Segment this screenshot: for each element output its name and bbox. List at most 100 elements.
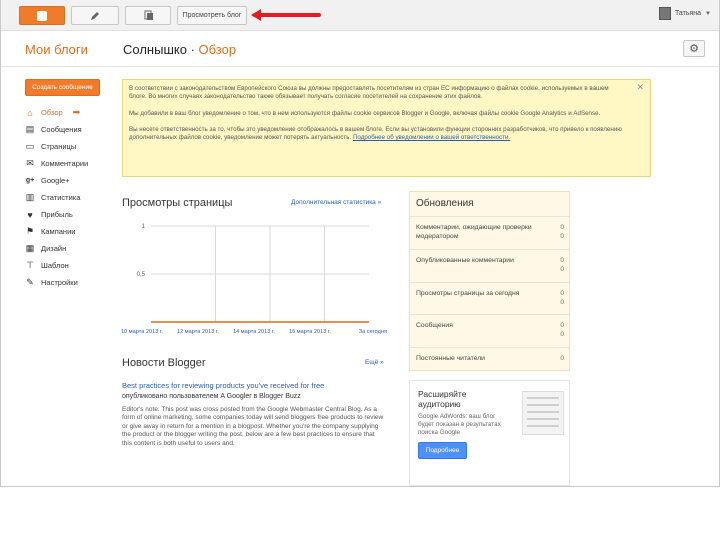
campaigns-icon: ⚑ xyxy=(25,226,35,236)
notice-link[interactable]: Подробнее об уведомлении о вашей ответст… xyxy=(353,134,510,141)
notice-paragraph: В соответствии с законодательством Европ… xyxy=(129,85,609,101)
sidebar-item-label: Статистика xyxy=(41,193,81,202)
avatar xyxy=(658,7,671,20)
home-icon: ⌂ xyxy=(27,107,33,118)
sidebar-item-label: Шаблон xyxy=(41,261,69,270)
stats-icon: ▥ xyxy=(25,192,35,202)
settings-icon: ✎ xyxy=(26,277,34,287)
arrow-right-icon: ➡ xyxy=(72,107,81,117)
updates-row[interactable]: Сообщения 00 xyxy=(410,314,569,347)
view-blog-button[interactable]: Просмотреть блог xyxy=(177,6,247,25)
new-post-toolbar-button[interactable] xyxy=(71,6,119,25)
sidebar-item-label: Прибыль xyxy=(41,210,73,219)
new-post-button[interactable]: Создать сообщение xyxy=(25,79,100,96)
sidebar-item-label: Кампании xyxy=(41,227,76,236)
posts-list-button[interactable] xyxy=(125,6,171,25)
sidebar-item-layout[interactable]: ▦ Дизайн xyxy=(25,240,115,257)
chevron-down-icon: ▼ xyxy=(705,10,711,17)
sidebar-item-label: Комментарии xyxy=(41,159,89,168)
sidebar-item-label: Обзор xyxy=(41,108,63,117)
sidebar-item-stats[interactable]: ▥ Статистика xyxy=(25,189,115,206)
section-name: Обзор xyxy=(198,42,237,57)
updates-row[interactable]: Комментарии, ожидающие проверки модерато… xyxy=(410,216,569,249)
comments-icon: ✉ xyxy=(26,158,34,168)
blog-name: Солнышко xyxy=(123,42,187,57)
updates-row-count: 00 xyxy=(560,224,564,240)
sidebar-item-label: Сообщения xyxy=(41,125,82,134)
news-body: Editor's note: This post was cross poste… xyxy=(122,406,384,447)
x-tick-label: 16 марта 2013 г. xyxy=(289,329,331,335)
my-blogs-link[interactable]: Мои блоги xyxy=(25,42,88,57)
y-tick-label: 0,5 xyxy=(137,272,146,278)
settings-menu-button[interactable]: ⚙ xyxy=(683,40,705,57)
sidebar-item-pages[interactable]: ▭ Страницы xyxy=(25,138,115,155)
promo-title: Расширяйте аудиторию xyxy=(418,389,467,409)
sidebar-nav: ⌂ Обзор ➡ ▤ Сообщения ▭ Страницы ✉ Комме… xyxy=(25,104,115,291)
sidebar-item-overview[interactable]: ⌂ Обзор ➡ xyxy=(25,104,115,121)
account-menu[interactable]: Татьяна ▼ xyxy=(658,7,711,20)
sidebar-item-earnings[interactable]: ♥ Прибыль xyxy=(25,206,115,223)
template-icon: ⊤ xyxy=(26,260,34,270)
top-toolbar: Просмотреть блог Татьяна ▼ xyxy=(1,0,719,31)
sidebar-item-label: Дизайн xyxy=(41,244,67,253)
notice-paragraph: Мы добавили в ваш блог уведомление о том… xyxy=(129,109,601,117)
blogger-icon xyxy=(37,10,47,21)
pencil-icon xyxy=(91,11,99,20)
gear-icon: ⚙ xyxy=(689,43,699,55)
updates-row[interactable]: Опубликованные комментарии 00 xyxy=(410,248,569,282)
close-icon[interactable]: ✕ xyxy=(636,82,644,91)
adwords-promo: Расширяйте аудиторию Google AdWords: ваш… xyxy=(409,380,570,486)
sidebar-item-campaigns[interactable]: ⚑ Кампании xyxy=(25,223,115,240)
sidebar-item-comments[interactable]: ✉ Комментарии xyxy=(25,155,115,172)
updates-row-label: Опубликованные комментарии xyxy=(416,256,514,264)
home-button[interactable] xyxy=(19,6,65,25)
updates-row[interactable]: Постоянные читатели 0 xyxy=(410,347,569,380)
sidebar-item-label: Настройки xyxy=(41,278,78,287)
updates-row-label: Постоянные читатели xyxy=(416,355,485,363)
updates-row-count: 00 xyxy=(560,322,564,339)
updates-panel: Обновления Комментарии, ожидающие провер… xyxy=(409,191,570,371)
news-heading: Новости Blogger xyxy=(122,357,206,369)
learn-more-button[interactable]: Подробнее xyxy=(418,442,467,459)
sidebar-item-posts[interactable]: ▤ Сообщения xyxy=(25,121,115,138)
x-tick-label: 12 марта 2013 г. xyxy=(177,329,219,335)
x-tick-label: 10 марта 2013 г. xyxy=(121,329,163,335)
updates-row-count: 00 xyxy=(560,289,564,306)
notice-paragraph: Вы несете ответственность за то, чтобы э… xyxy=(129,126,628,143)
posts-icon: ▤ xyxy=(25,124,35,134)
updates-row-count: 00 xyxy=(560,256,564,273)
page-title: Солнышко · Обзор xyxy=(123,42,236,57)
x-tick-label: 14 марта 2013 г. xyxy=(233,329,275,335)
updates-row[interactable]: Просмотры страницы за сегодня 00 xyxy=(410,281,569,315)
updates-row-count: 0 xyxy=(560,355,564,363)
sidebar-item-settings[interactable]: ✎ Настройки xyxy=(25,274,115,291)
updates-heading: Обновления xyxy=(416,198,474,209)
updates-row-label: Комментарии, ожидающие проверки модерато… xyxy=(416,224,532,240)
updates-row-label: Сообщения xyxy=(416,322,453,330)
more-stats-link[interactable]: Дополнительная статистика » xyxy=(291,199,381,206)
documents-icon xyxy=(144,10,153,20)
sidebar-item-label: Google+ xyxy=(41,176,70,185)
y-tick-label: 1 xyxy=(142,224,146,230)
news-more-link[interactable]: Ещё » xyxy=(365,359,384,366)
pages-icon: ▭ xyxy=(25,141,35,151)
sidebar-item-google-plus[interactable]: g+ Google+ xyxy=(25,172,115,189)
pageviews-chart: 1 0,5 10 марта 2013 г. 12 марта 2013 г. 14 м… xyxy=(121,224,387,335)
user-name: Татьяна xyxy=(674,10,702,17)
cookie-notice: ✕ В соответствии с законодательством Евр… xyxy=(122,79,651,177)
updates-row-label: Просмотры страницы за сегодня xyxy=(416,289,520,297)
earnings-icon: ♥ xyxy=(27,209,33,220)
views-heading: Просмотры страницы xyxy=(122,197,233,209)
sidebar-item-template[interactable]: ⊤ Шаблон xyxy=(25,257,115,274)
title-separator: · xyxy=(190,42,195,57)
annotation-arrow xyxy=(253,13,321,17)
x-tick-label: За сегодня xyxy=(359,329,387,335)
divider xyxy=(1,66,719,67)
app-window: Просмотреть блог Татьяна ▼ Мои блоги Сол… xyxy=(0,0,720,487)
news-headline-link[interactable]: Best practices for reviewing products yo… xyxy=(122,381,324,390)
promo-screenshot xyxy=(522,391,564,435)
news-byline: опубликовано пользователем A Googler в B… xyxy=(122,393,301,400)
google-plus-icon: g+ xyxy=(25,177,35,184)
promo-text: Google AdWords: ваш блог будет показан в… xyxy=(418,413,501,436)
layout-icon: ▦ xyxy=(25,243,35,253)
